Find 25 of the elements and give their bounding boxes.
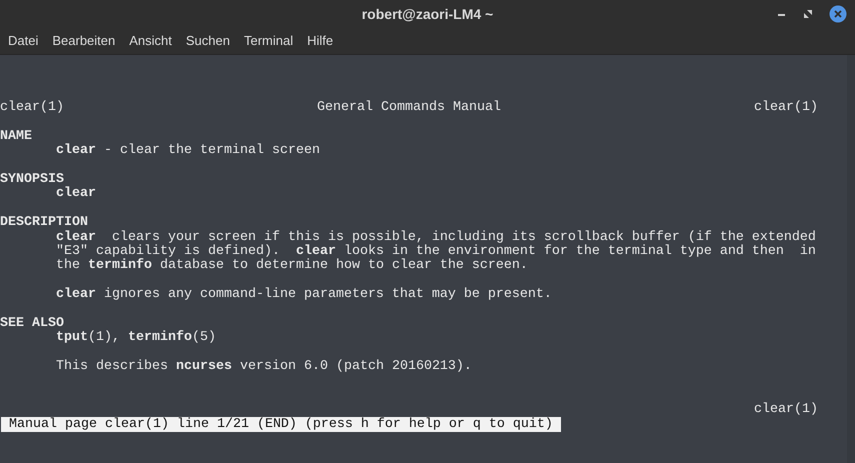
manual-text: This describes ncurses version 6.0 (patch 20160213). [56,359,472,374]
menu-item[interactable]: Datei [8,31,38,51]
manual-header: clear(1) [0,101,64,116]
manual-text: clear [56,186,96,202]
manual-header: General Commands Manual [317,101,501,116]
section-heading: NAME [0,128,32,144]
manual-text: clear clears your screen if this is possible, including its scrollback buffer (if the extended [56,230,816,245]
manual-text: clear ignores any command-line parameters that may be present. [56,287,552,302]
section-heading: DESCRIPTION [0,215,88,230]
menu-item[interactable]: Hilfe [307,31,334,51]
manual-text: "E3" capability is defined). clear looks in the environment for the terminal type and then in [56,244,816,259]
section-heading: SEE ALSO [0,316,64,331]
manual-footer: clear(1) [754,403,818,418]
manual-header: clear(1) [754,101,818,116]
menu-item[interactable]: Terminal [244,31,294,51]
manual-text: tput(1), terminfo(5) [56,330,216,346]
maximize-icon[interactable] [803,9,813,19]
menu-item[interactable]: Bearbeiten [52,31,116,51]
close-icon[interactable] [829,5,847,23]
manual-text: the terminfo database to determine how to clear the screen. [56,258,528,274]
menu-item[interactable]: Suchen [186,31,230,51]
section-heading: SYNOPSIS [0,172,64,187]
manual-text: clear - clear the terminal screen [56,143,320,158]
window-title: robert@zaori-LM4 ~ [362,4,494,24]
menu-item[interactable]: Ansicht [129,31,172,51]
